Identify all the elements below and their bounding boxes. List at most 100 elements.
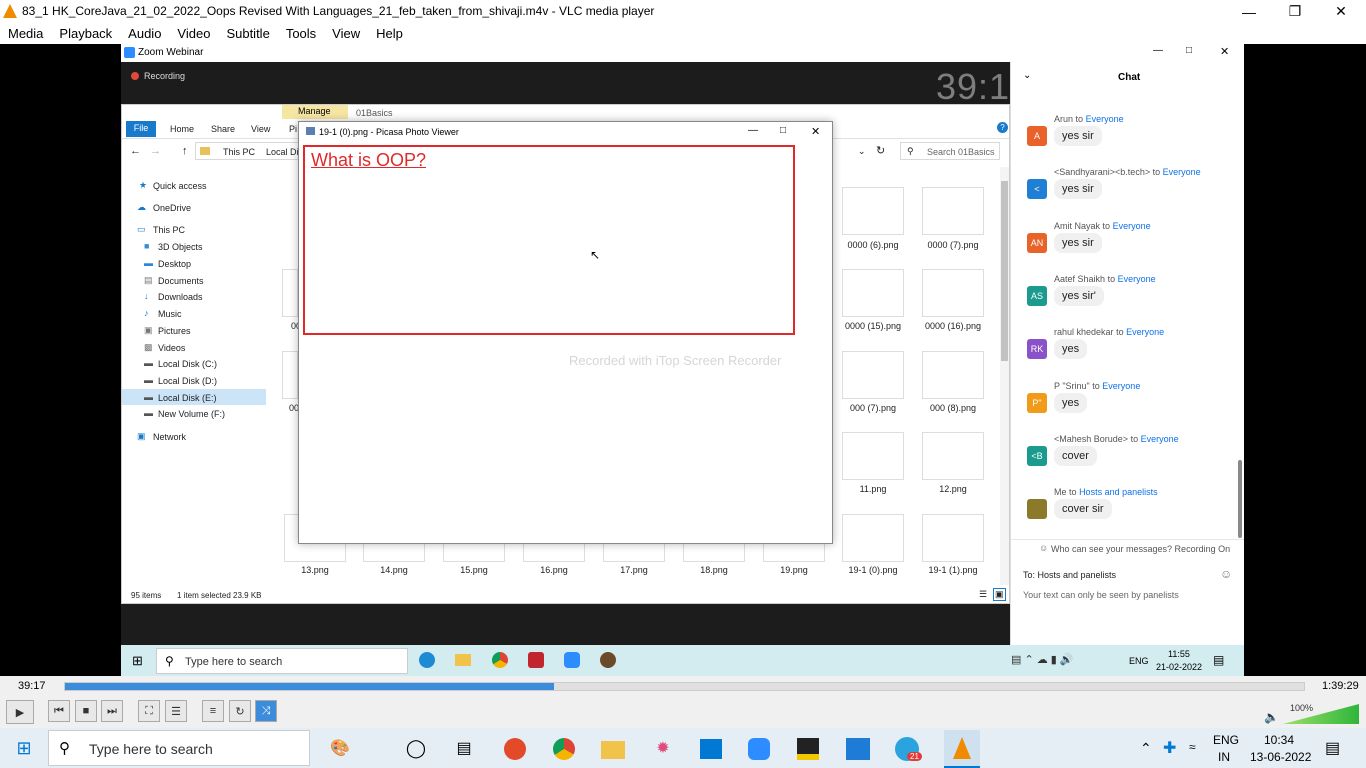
explorer-scrollbar[interactable] (1000, 167, 1009, 585)
file-name[interactable]: 000 (8).png (913, 403, 993, 413)
file-name[interactable]: 19.png (754, 565, 834, 575)
forward-arrow-icon[interactable]: → (150, 145, 161, 157)
picasa-maximize-button[interactable]: □ (780, 125, 786, 136)
chat-recipient[interactable]: Everyone (1102, 381, 1140, 391)
file-thumbnail[interactable] (842, 514, 904, 562)
details-view-icon[interactable]: ☰ (979, 589, 987, 600)
address-bar[interactable]: This PC Local Dis (195, 142, 305, 160)
cortana-icon[interactable]: ◯ (403, 736, 429, 760)
taskbar-clock-time[interactable]: 10:34 (1264, 733, 1294, 747)
nav-local-disk-e[interactable]: Local Disk (E:) (158, 393, 217, 403)
taskbar-lang-bottom[interactable]: IN (1218, 750, 1230, 764)
scrollbar-thumb[interactable] (1001, 181, 1008, 361)
store-icon[interactable] (700, 739, 722, 759)
file-name[interactable]: 0000 (15).png (833, 321, 913, 331)
nav-downloads[interactable]: Downloads (158, 292, 203, 302)
photos-icon[interactable] (846, 738, 870, 760)
file-thumbnail[interactable] (842, 351, 904, 399)
nav-quick-access[interactable]: Quick access (153, 181, 207, 191)
file-thumbnail[interactable] (922, 351, 984, 399)
file-thumbnail[interactable] (842, 269, 904, 317)
dropdown-chevron-icon[interactable]: ⌄ (858, 146, 866, 157)
fullscreen-button[interactable]: ⛶ (138, 700, 160, 722)
chat-recipient[interactable]: Everyone (1126, 327, 1164, 337)
windows-start-icon[interactable]: ⊞ (11, 736, 37, 760)
back-arrow-icon[interactable]: ← (130, 145, 141, 157)
menu-audio[interactable]: Audio (120, 23, 169, 44)
tab-view[interactable]: View (251, 124, 270, 134)
file-name[interactable]: 17.png (594, 565, 674, 575)
nav-this-pc[interactable]: This PC (153, 225, 185, 235)
address-this-pc[interactable]: This PC (223, 147, 255, 157)
minimize-button[interactable]: — (1226, 0, 1272, 23)
up-arrow-icon[interactable]: ↑ (182, 145, 188, 157)
zoom-minimize-button[interactable]: — (1153, 45, 1163, 56)
zoom-close-button[interactable]: ✕ (1220, 45, 1229, 58)
nav-3d-objects[interactable]: 3D Objects (158, 242, 203, 252)
chat-recipient[interactable]: Everyone (1113, 221, 1151, 231)
nav-pictures[interactable]: Pictures (158, 326, 191, 336)
tab-picture-tools[interactable]: Pi (289, 124, 297, 134)
nav-music[interactable]: Music (158, 309, 182, 319)
next-button[interactable]: ⏭ (101, 700, 123, 722)
taskbar-clock-date[interactable]: 13-06-2022 (1250, 750, 1311, 764)
file-name[interactable]: 11.png (833, 484, 913, 494)
file-thumbnail[interactable] (282, 269, 298, 317)
recorder-app-icon[interactable] (504, 738, 526, 760)
chat-recipient[interactable]: Everyone (1086, 114, 1124, 124)
loop-button[interactable]: ↻ (229, 700, 251, 722)
volume-speaker-icon[interactable]: 🔈 (1264, 710, 1279, 724)
menu-tools[interactable]: Tools (278, 23, 324, 44)
file-thumbnail[interactable] (282, 351, 298, 399)
nav-local-disk-d[interactable]: Local Disk (D:) (158, 376, 217, 386)
chat-recipient[interactable]: Everyone (1163, 167, 1201, 177)
chat-recipient[interactable]: Hosts and panelists (1079, 487, 1158, 497)
help-icon[interactable]: ? (997, 122, 1008, 133)
taskbar-search-box[interactable]: ⚲ Type here to search (48, 730, 310, 766)
file-thumbnail[interactable] (922, 514, 984, 562)
file-name[interactable]: 14.png (354, 565, 434, 575)
file-name[interactable]: 000 (7).png (833, 403, 913, 413)
file-name[interactable]: 12.png (913, 484, 993, 494)
menu-view[interactable]: View (324, 23, 368, 44)
file-name[interactable]: 13.png (275, 565, 355, 575)
picasa-minimize-button[interactable]: — (748, 125, 758, 136)
action-center-icon[interactable]: ▤ (1325, 738, 1340, 758)
file-name[interactable]: 19-1 (0).png (833, 565, 913, 575)
file-name[interactable]: 16.png (514, 565, 594, 575)
play-button[interactable]: ▶ (6, 700, 34, 724)
chat-recipient[interactable]: Everyone (1141, 434, 1179, 444)
network-wifi-icon[interactable]: ≈ (1189, 740, 1196, 754)
chrome-icon[interactable] (553, 738, 575, 760)
vlc-taskbar-icon[interactable] (944, 730, 980, 768)
file-explorer-icon[interactable] (601, 741, 625, 759)
emoji-icon[interactable]: ☺ (1220, 567, 1232, 581)
chat-recipient[interactable]: Everyone (1118, 274, 1156, 284)
nav-videos[interactable]: Videos (158, 343, 185, 353)
zoom-app-icon[interactable] (748, 738, 770, 760)
chat-compose-input[interactable]: Your text can only be seen by panelists (1023, 590, 1179, 600)
seek-slider[interactable] (64, 682, 1305, 691)
nav-documents[interactable]: Documents (158, 276, 204, 286)
nav-onedrive[interactable]: OneDrive (153, 203, 191, 213)
thumbnails-view-icon[interactable]: ▣ (993, 588, 1006, 601)
file-thumbnail[interactable] (922, 187, 984, 235)
ribbon-manage-tab[interactable]: Manage (282, 105, 348, 119)
who-can-see-link[interactable]: Who can see your messages? Recording On (1051, 544, 1230, 554)
close-button[interactable]: ✕ (1318, 0, 1364, 23)
stop-button[interactable]: ■ (75, 700, 97, 722)
tab-home[interactable]: Home (170, 124, 194, 134)
file-name[interactable]: 0000 (6).png (833, 240, 913, 250)
menu-subtitle[interactable]: Subtitle (218, 23, 277, 44)
chat-collapse-chevron-icon[interactable]: ⌄ (1023, 70, 1031, 81)
sticky-notes-icon[interactable] (797, 738, 819, 760)
file-thumbnail[interactable] (922, 269, 984, 317)
tab-file[interactable]: File (126, 121, 156, 137)
shuffle-button[interactable]: ⤨ (255, 700, 277, 722)
file-name[interactable]: 15.png (434, 565, 514, 575)
restore-button[interactable]: ❐ (1272, 0, 1318, 23)
menu-video[interactable]: Video (169, 23, 218, 44)
show-hidden-icons-chevron-icon[interactable]: ⌃ (1140, 740, 1152, 757)
file-thumbnail[interactable] (842, 187, 904, 235)
tab-share[interactable]: Share (211, 124, 235, 134)
